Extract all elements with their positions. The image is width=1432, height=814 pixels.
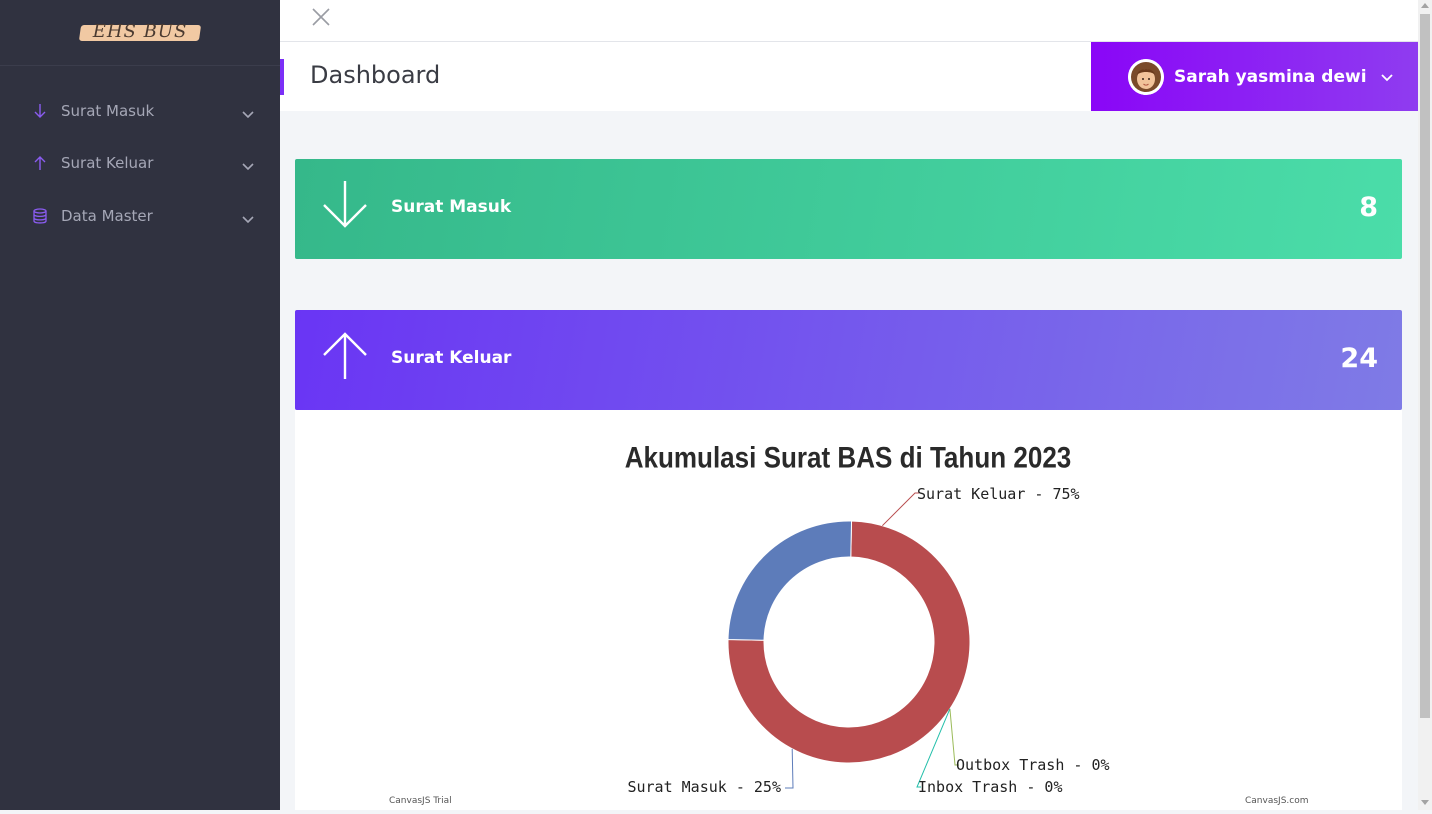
logo[interactable]: EHS BUS: [78, 19, 202, 47]
logo-container: EHS BUS: [0, 0, 280, 66]
chart-slice-label: Outbox Trash - 0%: [956, 756, 1110, 774]
chevron-down-icon: [242, 157, 254, 175]
logo-text: EHS BUS: [92, 20, 188, 42]
sidebar-item-surat-keluar[interactable]: Surat Keluar: [0, 143, 280, 183]
scroll-down-arrow[interactable]: [1421, 800, 1429, 805]
sidebar: EHS BUS Surat Masuk Surat Keluar Data Ma…: [0, 0, 280, 810]
chevron-down-icon: [242, 105, 254, 123]
top-bar: [280, 0, 1418, 42]
doughnut-chart: Akumulasi Surat BAS di Tahun 2023 Surat …: [389, 441, 1308, 806]
arrow-down-icon: [32, 103, 48, 119]
chart-slice[interactable]: [727, 520, 853, 641]
arrow-up-icon: [320, 330, 372, 382]
avatar: [1128, 58, 1164, 95]
page-scrollbar[interactable]: [1418, 0, 1432, 810]
database-icon: [32, 208, 48, 224]
watermark-left: CanvasJS Trial: [389, 796, 452, 806]
chart-title: Akumulasi Surat BAS di Tahun 2023: [625, 441, 1072, 474]
close-sidebar-button[interactable]: [310, 6, 332, 28]
chart-slice-label: Inbox Trash - 0%: [918, 778, 1063, 796]
chevron-down-icon: [242, 210, 254, 228]
user-name: Sarah yasmina dewi: [1174, 66, 1367, 87]
scroll-up-arrow[interactable]: [1421, 3, 1429, 8]
chart-slice-label: Surat Keluar - 75%: [917, 485, 1080, 503]
sidebar-item-data-master[interactable]: Data Master: [0, 196, 280, 236]
close-icon: [312, 8, 330, 26]
sidebar-item-label: Surat Masuk: [61, 102, 155, 120]
chart-label-connector: [785, 748, 794, 789]
card-label: Surat Keluar: [391, 348, 512, 368]
header-accent-bar: [280, 59, 284, 95]
card-surat-masuk[interactable]: Surat Masuk 8: [295, 159, 1402, 259]
sidebar-item-surat-masuk[interactable]: Surat Masuk: [0, 91, 280, 131]
watermark-right: CanvasJS.com: [1245, 796, 1308, 806]
chart-slice-label: Surat Masuk - 25%: [627, 778, 781, 796]
sidebar-item-label: Surat Keluar: [61, 154, 154, 172]
sidebar-item-label: Data Master: [61, 207, 153, 225]
card-count: 24: [1340, 343, 1378, 374]
page-header: Dashboard Sarah yasmina dewi: [280, 42, 1418, 111]
arrow-down-icon: [320, 179, 372, 231]
user-menu[interactable]: Sarah yasmina dewi: [1091, 42, 1418, 111]
chart-panel: Akumulasi Surat BAS di Tahun 2023 Surat …: [295, 410, 1402, 810]
scroll-thumb[interactable]: [1420, 14, 1430, 718]
arrow-up-icon: [32, 155, 48, 171]
card-label: Surat Masuk: [391, 197, 512, 217]
chart-label-connector: [881, 492, 919, 527]
card-count: 8: [1359, 192, 1378, 223]
chevron-down-icon: [1380, 67, 1393, 86]
page-title: Dashboard: [310, 61, 441, 89]
card-surat-keluar[interactable]: Surat Keluar 24: [295, 310, 1402, 410]
